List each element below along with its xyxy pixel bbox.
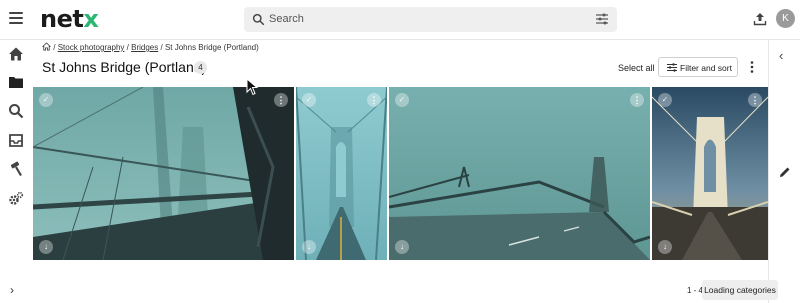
collapse-panel-icon[interactable]: ‹	[779, 48, 783, 63]
filter-and-sort-label: Filter and sort	[680, 63, 732, 73]
tile-more-icon[interactable]: ⋮	[274, 93, 288, 107]
home-icon[interactable]	[8, 46, 24, 62]
logo-suffix: x	[83, 5, 99, 33]
select-checkbox[interactable]: ✓	[658, 93, 672, 107]
search-placeholder: Search	[269, 13, 304, 25]
bridge-photo-fog-walkway	[33, 87, 294, 260]
download-icon[interactable]: ↓	[39, 240, 53, 254]
menu-icon[interactable]	[9, 12, 23, 24]
download-icon[interactable]: ↓	[658, 240, 672, 254]
logo-prefix: net	[40, 5, 84, 33]
bridge-photo-sunny-tower	[652, 87, 768, 260]
breadcrumb-current: St Johns Bridge (Portland)	[164, 43, 259, 52]
breadcrumb-separator: /	[53, 43, 56, 52]
breadcrumb: / Stock photography / Bridges / St Johns…	[42, 42, 259, 52]
tile-more-icon[interactable]: ⋮	[630, 93, 644, 107]
download-icon[interactable]: ↓	[395, 240, 409, 254]
search-icon	[252, 13, 265, 26]
top-bar: netx Search K	[0, 0, 800, 40]
select-all-button[interactable]: Select all	[618, 63, 655, 73]
pagination-range: 1 - 4	[687, 286, 704, 295]
count-badge: 4	[194, 61, 207, 74]
settings-icon[interactable]	[8, 191, 24, 207]
asset-tile[interactable]: ✓ ⋮ ↓	[296, 87, 387, 260]
inbox-icon[interactable]	[8, 132, 24, 148]
asset-gallery: ✓ ⋮ ↓ ✓ ⋮ ↓ ✓ ⋮ ↓ ✓ ⋮ ↓	[33, 87, 768, 260]
asset-tile[interactable]: ✓ ⋮ ↓	[389, 87, 650, 260]
breadcrumb-separator: /	[160, 43, 163, 52]
asset-tile[interactable]: ✓ ⋮ ↓	[652, 87, 768, 260]
search-icon[interactable]	[8, 103, 24, 119]
select-checkbox[interactable]: ✓	[39, 93, 53, 107]
left-nav	[0, 40, 32, 303]
home-icon[interactable]	[42, 42, 51, 51]
tile-more-icon[interactable]: ⋮	[367, 93, 381, 107]
expand-nav-icon[interactable]: ›	[10, 283, 14, 297]
download-icon[interactable]: ↓	[302, 240, 316, 254]
breadcrumb-link-bridges[interactable]: Bridges	[131, 43, 158, 52]
user-avatar[interactable]: K	[776, 9, 795, 28]
netx-logo[interactable]: netx	[40, 5, 99, 33]
tune-icon[interactable]	[596, 13, 608, 25]
folder-icon[interactable]	[8, 74, 24, 90]
select-checkbox[interactable]: ✓	[302, 93, 316, 107]
pencil-icon[interactable]	[779, 166, 791, 178]
tile-more-icon[interactable]: ⋮	[748, 93, 762, 107]
page-title: St Johns Bridge (Portland)	[42, 59, 207, 75]
search-bar[interactable]: Search	[244, 7, 617, 32]
asset-tile[interactable]: ✓ ⋮ ↓	[33, 87, 294, 260]
more-options-icon[interactable]	[748, 60, 756, 74]
bridge-photo-fog-road	[389, 87, 650, 260]
right-panel: ‹	[768, 40, 800, 303]
mouse-cursor-icon	[246, 78, 258, 96]
upload-icon[interactable]	[753, 12, 767, 26]
bridge-photo-fog-tower	[296, 87, 387, 260]
filter-and-sort-button[interactable]: Filter and sort	[658, 57, 738, 77]
select-checkbox[interactable]: ✓	[395, 93, 409, 107]
filter-icon	[667, 63, 677, 72]
loading-toast: Loading categories	[702, 280, 778, 300]
hammer-icon[interactable]	[8, 161, 24, 177]
breadcrumb-link-stock-photography[interactable]: Stock photography	[58, 43, 125, 52]
breadcrumb-separator: /	[126, 43, 129, 52]
